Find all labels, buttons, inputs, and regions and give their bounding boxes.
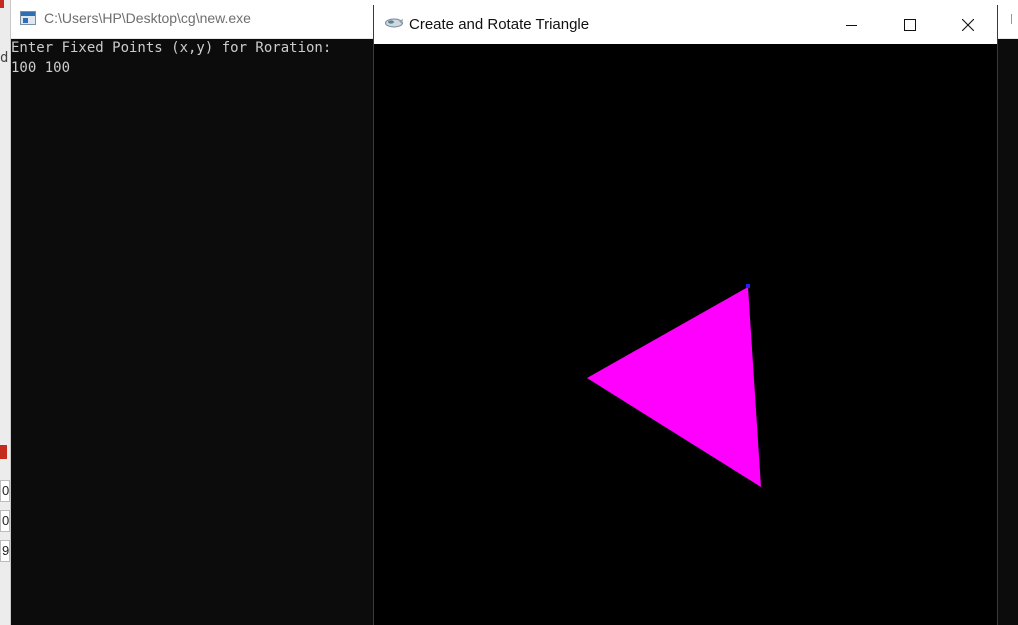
background-cell[interactable]: 0 [0, 480, 10, 502]
minimize-icon [846, 24, 857, 26]
console-window[interactable]: C:\Users\HP\Desktop\cg\new.exe Enter Fix… [11, 0, 373, 625]
gl-scene [587, 284, 761, 487]
close-button[interactable] [939, 5, 997, 44]
gl-canvas[interactable] [374, 44, 997, 625]
close-icon [962, 18, 974, 31]
console-app-icon [20, 11, 36, 25]
background-toolbar-icon [0, 445, 7, 459]
gl-window-title: Create and Rotate Triangle [409, 16, 590, 33]
background-app-edge: d 0 0 9 [0, 0, 11, 625]
minimize-button[interactable] [823, 5, 881, 44]
vertex-marker [746, 284, 750, 288]
console-output[interactable]: Enter Fixed Points (x,y) for Roration: 1… [11, 38, 373, 625]
maximize-icon [904, 18, 916, 31]
console-line: 100 100 [11, 60, 71, 76]
console-window-edge [998, 0, 1018, 625]
maximize-button[interactable] [881, 5, 939, 44]
background-cell[interactable]: 0 [0, 510, 10, 532]
opengl-app-icon [385, 18, 403, 28]
background-text-fragment: d [0, 50, 9, 66]
console-line: Enter Fixed Points (x,y) for Roration: [11, 40, 332, 56]
background-cell[interactable]: 9 [0, 540, 10, 562]
background-app-icon [0, 0, 4, 8]
console-title: C:\Users\HP\Desktop\cg\new.exe [44, 10, 251, 26]
triangle-shape [587, 287, 761, 487]
gl-window[interactable]: Create and Rotate Triangle [373, 5, 998, 625]
console-titlebar[interactable]: C:\Users\HP\Desktop\cg\new.exe [11, 0, 373, 39]
gl-titlebar[interactable]: Create and Rotate Triangle [374, 5, 997, 44]
